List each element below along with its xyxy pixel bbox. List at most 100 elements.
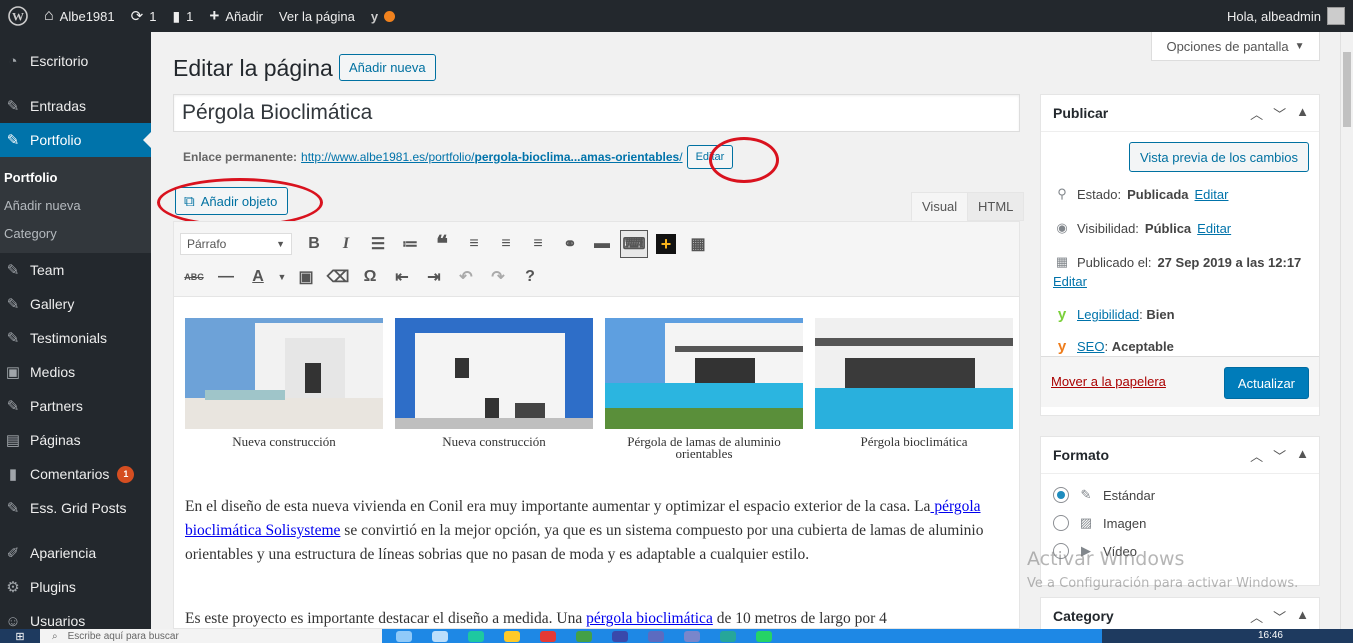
collapse-icon[interactable]: ▲ xyxy=(1296,104,1309,123)
chevron-up-icon[interactable]: ︿ xyxy=(1250,607,1263,626)
add-media-button[interactable]: ⧉ Añadir objeto xyxy=(175,187,289,215)
tab-visual[interactable]: Visual xyxy=(911,192,969,221)
publish-box-header[interactable]: Publicar ︿ ﹀ ▲ xyxy=(1041,95,1319,132)
paste-text-icon[interactable]: ▣ xyxy=(292,263,320,291)
readability-link[interactable]: Legibilidad xyxy=(1077,307,1139,322)
sidebar-item-plugins[interactable]: ⚙ Plugins xyxy=(0,570,151,604)
gallery-item[interactable]: Pérgola bioclimática xyxy=(815,318,1013,460)
sidebar-item-escritorio[interactable]: ◔ Escritorio xyxy=(0,44,151,78)
collapse-icon[interactable]: ▲ xyxy=(1296,607,1309,626)
redo-icon[interactable]: ↷ xyxy=(484,263,512,291)
collapse-icon[interactable]: ▲ xyxy=(1296,446,1309,465)
read-more-icon[interactable]: ▬ xyxy=(588,230,616,258)
gallery-item[interactable]: Pérgola de lamas de aluminio orientables xyxy=(605,318,803,460)
add-new-button[interactable]: Añadir nueva xyxy=(339,54,436,81)
permalink-edit-button[interactable]: Editar xyxy=(686,145,734,169)
windows-start-icon[interactable]: ⊞ xyxy=(0,629,40,643)
sidebar-item-entradas[interactable]: ✎ Entradas xyxy=(0,89,151,123)
site-name-link[interactable]: ⌂ Albe1981 xyxy=(36,0,123,32)
toolbar-toggle-icon[interactable]: ⌨ xyxy=(620,230,648,258)
align-right-icon[interactable]: ≡ xyxy=(524,230,552,258)
gallery-item[interactable]: Nueva construcción xyxy=(395,318,593,460)
sidebar-item-paginas[interactable]: ▤ Páginas xyxy=(0,423,151,457)
bullet-list-icon[interactable]: ☰ xyxy=(364,230,392,258)
sidebar-item-usuarios[interactable]: ☺ Usuarios xyxy=(0,604,151,630)
radio-button[interactable] xyxy=(1053,487,1069,503)
indent-icon[interactable]: ⇥ xyxy=(420,263,448,291)
format-option-standard[interactable]: ✎ Estándar xyxy=(1053,487,1155,503)
sidebar-item-testimonials[interactable]: ✎ Testimonials xyxy=(0,321,151,355)
edit-visibility-link[interactable]: Editar xyxy=(1197,221,1231,236)
tab-html[interactable]: HTML xyxy=(967,192,1025,221)
chevron-down-icon[interactable]: ﹀ xyxy=(1273,607,1286,626)
blockquote-icon[interactable]: ❝ xyxy=(428,230,456,258)
app-icon[interactable] xyxy=(684,630,700,642)
sidebar-item-apariencia[interactable]: ✐ Apariencia xyxy=(0,536,151,570)
editor-content[interactable]: Nueva construcción Nueva construcción Pé… xyxy=(173,297,1020,629)
format-option-image[interactable]: ▨ Imagen xyxy=(1053,515,1146,531)
taskbar-clock[interactable]: 16:46 xyxy=(1258,631,1353,641)
page-scrollbar[interactable] xyxy=(1340,32,1353,629)
caret-down-icon[interactable]: ▼ xyxy=(276,263,288,291)
sidebar-item-gallery[interactable]: ✎ Gallery xyxy=(0,287,151,321)
edit-status-link[interactable]: Editar xyxy=(1195,187,1229,202)
wordpress-logo[interactable]: W xyxy=(0,0,36,32)
yoast-menu[interactable]: y xyxy=(363,0,403,32)
task-view-icon[interactable] xyxy=(432,630,448,642)
chevron-up-icon[interactable]: ︿ xyxy=(1250,446,1263,465)
strikethrough-icon[interactable]: ABC xyxy=(180,263,208,291)
chevron-down-icon[interactable]: ﹀ xyxy=(1273,104,1286,123)
chrome-icon[interactable] xyxy=(540,630,556,642)
seo-link[interactable]: SEO xyxy=(1077,339,1104,354)
numbered-list-icon[interactable]: ≔ xyxy=(396,230,424,258)
link-icon[interactable]: ⚭ xyxy=(556,230,584,258)
edit-date-link[interactable]: Editar xyxy=(1053,274,1087,289)
account-menu[interactable]: Hola, albeadmin xyxy=(1219,0,1353,32)
sidebar-item-ess-grid-posts[interactable]: ✎ Ess. Grid Posts xyxy=(0,491,151,525)
update-button[interactable]: Actualizar xyxy=(1223,367,1309,399)
sidebar-item-team[interactable]: ✎ Team xyxy=(0,253,151,287)
taskbar-search-input[interactable]: ⌕ Escribe aquí para buscar xyxy=(40,629,382,643)
app-icon[interactable] xyxy=(648,630,664,642)
special-character-icon[interactable]: Ω xyxy=(356,263,384,291)
view-page-link[interactable]: Ver la página xyxy=(271,0,363,32)
app-icon[interactable] xyxy=(576,630,592,642)
app-icon[interactable] xyxy=(720,630,736,642)
new-content-link[interactable]: + Añadir xyxy=(201,0,271,32)
content-link[interactable]: pérgola bioclimática xyxy=(586,610,713,627)
help-icon[interactable]: ? xyxy=(516,263,544,291)
post-title-input[interactable]: Pérgola Bioclimática xyxy=(173,94,1020,132)
chevron-down-icon[interactable]: ﹀ xyxy=(1273,446,1286,465)
align-left-icon[interactable]: ≡ xyxy=(460,230,488,258)
format-select[interactable]: Párrafo ▼ xyxy=(180,233,292,255)
scroll-thumb[interactable] xyxy=(1343,52,1351,127)
permalink-url[interactable]: http://www.albe1981.es/portfolio/pergola… xyxy=(301,150,683,164)
sidebar-item-medios[interactable]: ▣ Medios xyxy=(0,355,151,389)
sidebar-item-portfolio[interactable]: ✎ Portfolio xyxy=(0,123,151,157)
chevron-up-icon[interactable]: ︿ xyxy=(1250,104,1263,123)
sidebar-item-comentarios[interactable]: ▮ Comentarios 1 xyxy=(0,457,151,491)
screen-options-button[interactable]: Opciones de pantalla ▼ xyxy=(1151,32,1320,61)
grid-icon[interactable]: ▦ xyxy=(684,230,712,258)
app-icon[interactable] xyxy=(612,630,628,642)
updates-link[interactable]: ⟳ 1 xyxy=(123,0,165,32)
text-color-icon[interactable]: A xyxy=(244,263,272,291)
add-shortcode-icon[interactable]: + xyxy=(652,230,680,258)
format-box-header[interactable]: Formato ︿ ﹀ ▲ xyxy=(1041,437,1319,474)
submenu-item-add-new[interactable]: Añadir nueva xyxy=(0,191,151,219)
explorer-icon[interactable] xyxy=(504,630,520,642)
cortana-icon[interactable] xyxy=(396,630,412,642)
comments-link[interactable]: ▮ 1 xyxy=(164,0,201,32)
radio-button[interactable] xyxy=(1053,515,1069,531)
submenu-item-category[interactable]: Category xyxy=(0,219,151,247)
outdent-icon[interactable]: ⇤ xyxy=(388,263,416,291)
gallery-item[interactable]: Nueva construcción xyxy=(185,318,383,460)
edge-icon[interactable] xyxy=(468,630,484,642)
submenu-item-portfolio[interactable]: Portfolio xyxy=(0,163,151,191)
whatsapp-icon[interactable] xyxy=(756,630,772,642)
italic-icon[interactable]: I xyxy=(332,230,360,258)
align-center-icon[interactable]: ≡ xyxy=(492,230,520,258)
undo-icon[interactable]: ↶ xyxy=(452,263,480,291)
clear-formatting-icon[interactable]: ⌫ xyxy=(324,263,352,291)
preview-changes-button[interactable]: Vista previa de los cambios xyxy=(1128,142,1309,172)
